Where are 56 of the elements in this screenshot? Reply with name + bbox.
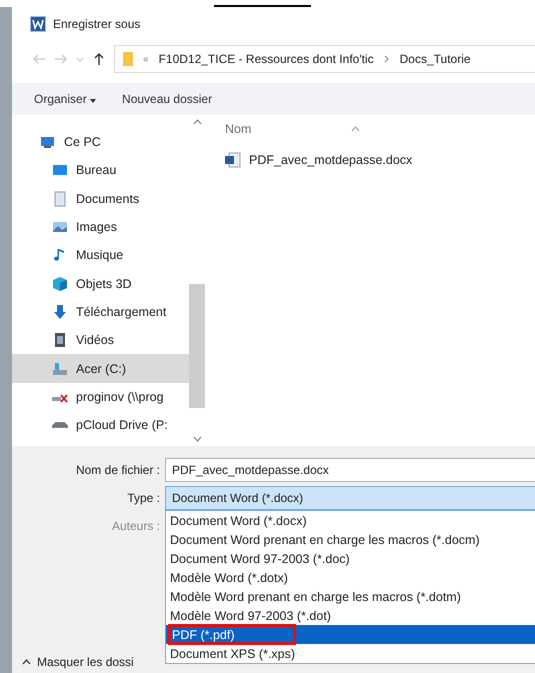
sidebar-item[interactable]: Vidéos bbox=[12, 326, 189, 354]
sidebar-item[interactable]: Bureau bbox=[12, 156, 189, 185]
drive-icon bbox=[52, 422, 68, 428]
computer-icon bbox=[40, 134, 56, 150]
word-document-icon bbox=[225, 152, 241, 168]
type-dropdown[interactable]: Document Word (*.docx) bbox=[165, 486, 535, 510]
dropdown-option[interactable]: Modèle Word 97-2003 (*.dot) bbox=[166, 606, 535, 625]
annotation-frame: PDF (*.pdf) bbox=[170, 626, 294, 643]
new-folder-button[interactable]: Nouveau dossier bbox=[122, 92, 212, 106]
dropdown-option[interactable]: Document Word 97-2003 (*.doc) bbox=[166, 549, 535, 568]
sidebar-item[interactable]: Ce PC bbox=[12, 128, 189, 156]
dropdown-caret-icon bbox=[90, 99, 96, 103]
word-logo-icon bbox=[30, 16, 46, 32]
chevron-right-icon bbox=[384, 55, 390, 63]
document-icon bbox=[52, 190, 68, 207]
dropdown-option[interactable]: Document Word prenant en charge les macros (*.docm) bbox=[166, 530, 535, 549]
scroll-up-icon[interactable] bbox=[192, 119, 202, 125]
sidebar-item[interactable]: Objets 3D bbox=[12, 269, 189, 298]
sidebar-item[interactable]: Documents bbox=[12, 184, 189, 213]
dropdown-option[interactable]: Document Word (*.docx) bbox=[166, 511, 535, 530]
sort-caret-icon bbox=[351, 126, 360, 132]
dropdown-option[interactable]: Document XPS (*.xps) bbox=[166, 644, 535, 663]
breadcrumb-segment[interactable]: F10D12_TICE - Ressources dont Info'tic bbox=[158, 52, 374, 66]
window-title: Enregistrer sous bbox=[53, 17, 140, 31]
up-arrow-icon[interactable] bbox=[92, 52, 106, 66]
sidebar-item[interactable]: proginov (\\prog bbox=[12, 382, 189, 411]
field-label: Auteurs : bbox=[110, 519, 161, 533]
file-item[interactable]: PDF_avec_motdepasse.docx bbox=[225, 152, 535, 168]
scrollbar-thumb[interactable] bbox=[189, 284, 205, 408]
field-label: Type : bbox=[126, 491, 161, 505]
back-arrow-icon[interactable] bbox=[32, 52, 46, 66]
hide-folders-button[interactable]: Masquer les dossi bbox=[22, 655, 134, 669]
cube-icon bbox=[52, 276, 68, 292]
column-header[interactable]: Nom bbox=[225, 122, 252, 136]
field-label: Nom de fichier : bbox=[74, 463, 161, 477]
organise-menu-button[interactable]: Organiser bbox=[34, 92, 96, 106]
sidebar-item[interactable]: Téléchargement bbox=[12, 298, 189, 326]
chevron-down-icon[interactable] bbox=[76, 55, 84, 63]
overflow-chevron[interactable]: « bbox=[143, 54, 149, 64]
film-icon bbox=[52, 332, 68, 348]
scroll-down-icon[interactable] bbox=[192, 436, 202, 442]
address-bar[interactable]: « F10D12_TICE - Ressources dont Info'tic Docs_Tutorie bbox=[114, 45, 535, 73]
sidebar-item[interactable]: Images bbox=[12, 212, 189, 242]
drive-icon bbox=[52, 360, 68, 377]
dropdown-option[interactable]: PDF (*.pdf) bbox=[166, 625, 535, 644]
chevron-up-icon bbox=[22, 659, 31, 665]
filename-field[interactable]: PDF_avec_motdepasse.docx bbox=[165, 458, 535, 482]
sidebar-item[interactable]: pCloud Drive (P: bbox=[12, 410, 189, 440]
download-arrow-icon bbox=[52, 304, 68, 320]
sidebar-item[interactable]: Acer (C:) bbox=[12, 354, 189, 383]
folder-icon bbox=[123, 51, 133, 67]
forward-arrow-icon[interactable] bbox=[54, 52, 68, 66]
sidebar-item[interactable]: Musique bbox=[12, 241, 189, 270]
dropdown-option[interactable]: Modèle Word prenant en charge les macros (*.dotm) bbox=[166, 587, 535, 606]
dropdown-option[interactable]: Modèle Word (*.dotx) bbox=[166, 568, 535, 587]
breadcrumb-segment[interactable]: Docs_Tutorie bbox=[400, 52, 471, 66]
